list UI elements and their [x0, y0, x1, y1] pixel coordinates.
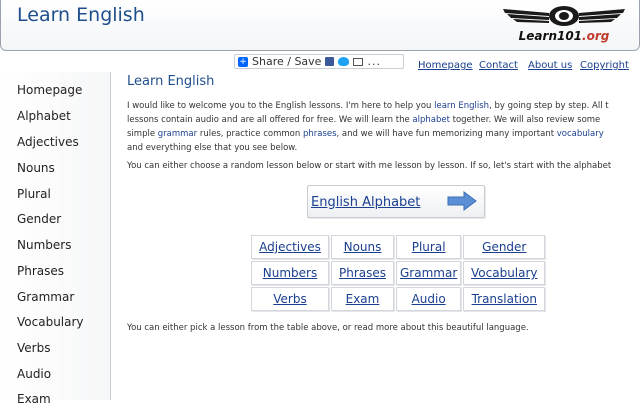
sidebar-item-vocabulary[interactable]: Vocabulary [17, 315, 84, 329]
lesson-nouns[interactable]: Nouns [331, 235, 394, 259]
site-header: Learn English Learn101.org [0, 0, 640, 51]
lesson-adjectives[interactable]: Adjectives [251, 235, 329, 259]
topnav-contact[interactable]: Contact [479, 60, 518, 71]
grammar-link[interactable]: grammar [158, 129, 197, 139]
sidebar-item-phrases[interactable]: Phrases [17, 264, 64, 278]
sidebar-item-plural[interactable]: Plural [17, 187, 51, 201]
lesson-gender[interactable]: Gender [463, 235, 546, 259]
lesson-translation[interactable]: Translation [463, 287, 546, 311]
right-arrow-icon [447, 191, 477, 211]
vocabulary-link[interactable]: vocabulary [557, 129, 604, 139]
logo-suffix: .org [582, 29, 610, 43]
sidebar-item-numbers[interactable]: Numbers [17, 238, 71, 252]
sidebar-item-grammar[interactable]: Grammar [17, 290, 74, 304]
topnav-homepage[interactable]: Homepage [418, 60, 473, 71]
topnav-copyright[interactable]: Copyright [580, 60, 629, 71]
english-alphabet-label[interactable]: English Alphabet [311, 195, 420, 210]
alphabet-link[interactable]: alphabet [412, 115, 450, 125]
learn-english-link[interactable]: learn English [434, 101, 489, 111]
choose-lesson-text: You can either choose a random lesson be… [127, 161, 612, 171]
sidebar-item-verbs[interactable]: Verbs [17, 341, 50, 355]
lesson-plural[interactable]: Plural [396, 235, 462, 259]
phrases-link[interactable]: phrases [303, 129, 337, 139]
intro-text: , and we will have fun memorizing many i… [336, 129, 557, 139]
more-share-options[interactable]: ... [367, 55, 381, 68]
lesson-verbs[interactable]: Verbs [251, 287, 329, 311]
logo-name: Learn101 [518, 29, 583, 43]
table-row: Numbers Phrases Grammar Vocabulary [251, 261, 546, 285]
facebook-icon[interactable] [325, 57, 335, 66]
sidebar-item-gender[interactable]: Gender [17, 212, 61, 226]
learn101-logo[interactable]: Learn101.org [499, 3, 629, 47]
twitter-icon[interactable] [338, 57, 350, 66]
intro-text: and everything else that you see below. [127, 143, 298, 153]
lesson-exam[interactable]: Exam [331, 287, 394, 311]
intro-text: , by going step by step. All t [489, 101, 609, 111]
winged-beetle-icon [503, 6, 625, 26]
plus-icon: + [238, 56, 248, 67]
intro-text: together. We will also review some [449, 115, 601, 125]
intro-paragraph: I would like to welcome you to the Engli… [127, 99, 640, 155]
outro-text: You can either pick a lesson from the ta… [127, 323, 529, 333]
sidebar-item-audio[interactable]: Audio [17, 367, 51, 381]
sidebar-item-homepage[interactable]: Homepage [17, 83, 82, 97]
sidebar-item-adjectives[interactable]: Adjectives [17, 135, 79, 149]
english-alphabet-button[interactable]: English Alphabet [307, 185, 485, 218]
sidebar-item-nouns[interactable]: Nouns [17, 161, 55, 175]
table-row: Verbs Exam Audio Translation [251, 287, 546, 311]
sidebar-item-exam[interactable]: Exam [17, 392, 51, 406]
lesson-vocabulary[interactable]: Vocabulary [463, 261, 546, 285]
share-label: Share / Save [252, 55, 322, 68]
sidebar-item-alphabet[interactable]: Alphabet [17, 109, 71, 123]
lesson-audio[interactable]: Audio [396, 287, 462, 311]
lesson-phrases[interactable]: Phrases [331, 261, 394, 285]
logo-text: Learn101.org [499, 29, 629, 43]
lessons-table: Adjectives Nouns Plural Gender Numbers P… [249, 233, 547, 313]
intro-text: lessons contain audio and are all offere… [127, 115, 413, 125]
topnav-about-us[interactable]: About us [528, 60, 572, 71]
email-icon[interactable] [353, 57, 364, 66]
intro-text: simple [127, 129, 158, 139]
page-title: Learn English [127, 74, 215, 89]
intro-text: rules, practice common [197, 129, 303, 139]
share-save-button[interactable]: + Share / Save ... [234, 54, 404, 69]
lesson-grammar[interactable]: Grammar [396, 261, 462, 285]
sidebar: Homepage Alphabet Adjectives Nouns Plura… [0, 72, 111, 406]
intro-text: I would like to welcome you to the Engli… [127, 101, 435, 111]
table-row: Adjectives Nouns Plural Gender [251, 235, 546, 259]
site-title[interactable]: Learn English [17, 4, 145, 26]
lesson-numbers[interactable]: Numbers [251, 261, 329, 285]
